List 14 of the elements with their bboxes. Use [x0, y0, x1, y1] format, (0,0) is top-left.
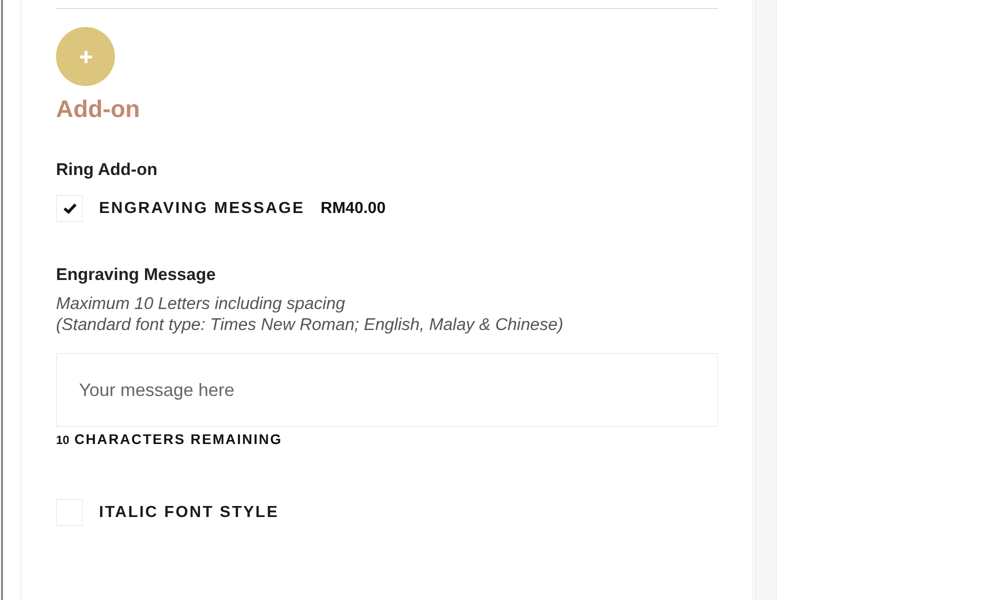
checkbox[interactable] — [56, 195, 83, 222]
hint-text: (Standard font type: Times New Roman; English, Malay & Chinese) — [56, 314, 564, 335]
option-label: ITALIC FONT STYLE — [99, 504, 279, 522]
field-label: Engraving Message — [56, 265, 217, 285]
option-price: RM40.00 — [320, 200, 386, 218]
group-label: Ring Add-on — [56, 160, 158, 180]
checkmark-icon — [62, 203, 76, 214]
hint-text: Maximum 10 Letters including spacing — [56, 293, 346, 314]
option-label: ENGRAVING MESSAGE — [99, 200, 305, 218]
plus-icon — [80, 50, 92, 62]
counter-number: 10 — [56, 433, 70, 447]
section-title: Add-on — [56, 96, 141, 124]
message-input[interactable]: Your message here — [56, 353, 718, 427]
counter-text: CHARACTERS REMAINING — [74, 431, 282, 447]
